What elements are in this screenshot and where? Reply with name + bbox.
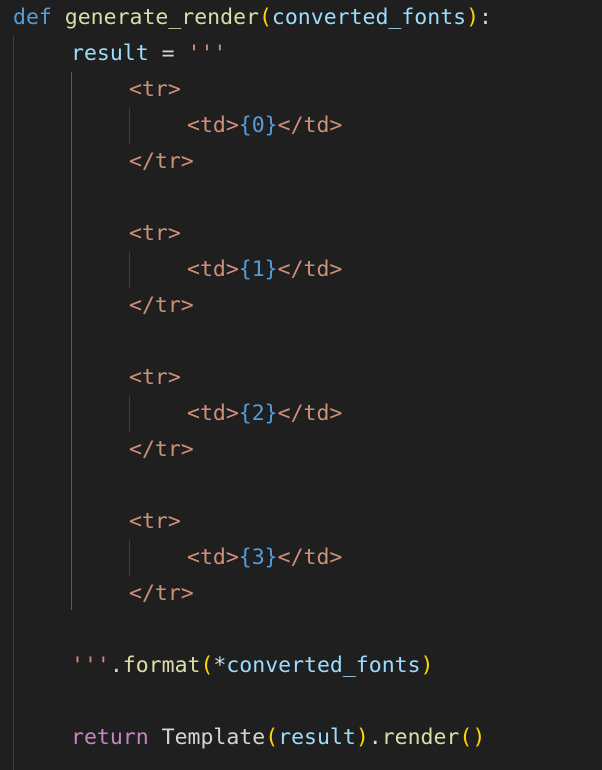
td-close-tag: </td> [277,113,343,138]
code-line-result-assign[interactable]: result = ''' [71,36,226,72]
function-name: generate_render [64,5,259,30]
code-line-tr-close[interactable]: </tr> [129,144,194,180]
tr-open-tag: <tr> [129,77,181,102]
template-class: Template [161,725,266,750]
indent-guide-level-1 [13,36,14,770]
indent-guide-level-2 [71,72,72,610]
td-open-tag: <td> [187,113,239,138]
template-open-paren: ( [265,725,279,750]
indent-guide-td-2 [129,396,130,432]
indent-guide-td-1 [129,252,130,288]
code-line-td[interactable]: <td>{2}</td> [187,396,342,432]
unpack-operator: * [213,653,227,678]
placeholder: {3} [238,545,278,570]
tr-close-tag: </tr> [129,293,194,318]
code-line-tr-open[interactable]: <tr> [129,72,181,108]
return-keyword: return [71,725,149,750]
code-line-return[interactable]: return Template(result).render() [71,720,485,756]
def-keyword: def [13,5,52,30]
template-argument: result [278,725,356,750]
close-paren: ) [466,5,480,30]
open-paren: ( [258,5,272,30]
result-variable: result [71,41,149,66]
td-close-tag: </td> [277,401,343,426]
code-line-tr-close[interactable]: </tr> [129,576,194,612]
placeholder: {0} [238,113,278,138]
format-argument: converted_fonts [226,653,421,678]
td-open-tag: <td> [187,257,239,282]
tr-open-tag: <tr> [129,509,181,534]
td-close-tag: </td> [277,257,343,282]
render-method: .render [368,725,460,750]
tr-open-tag: <tr> [129,365,181,390]
code-line-def[interactable]: def generate_render(converted_fonts): [13,0,492,36]
tr-close-tag: </tr> [129,437,194,462]
placeholder: {2} [238,401,278,426]
code-line-td[interactable]: <td>{0}</td> [187,108,342,144]
td-open-tag: <td> [187,545,239,570]
code-line-tr-open[interactable]: <tr> [129,360,181,396]
triple-quote-close: ''' [71,653,110,678]
indent-guide-td-3 [129,540,130,576]
render-parens: () [459,725,486,750]
code-line-td[interactable]: <td>{1}</td> [187,252,342,288]
parameter: converted_fonts [271,5,467,30]
td-close-tag: </td> [277,545,343,570]
format-open-paren: ( [200,653,214,678]
tr-close-tag: </tr> [129,149,194,174]
td-open-tag: <td> [187,401,239,426]
code-editor[interactable]: def generate_render(converted_fonts): re… [0,0,602,770]
format-close-paren: ) [420,653,434,678]
code-line-format[interactable]: '''.format(*converted_fonts) [71,648,433,684]
code-line-tr-open[interactable]: <tr> [129,216,181,252]
code-line-tr-open[interactable]: <tr> [129,504,181,540]
tr-open-tag: <tr> [129,221,181,246]
template-close-paren: ) [355,725,369,750]
tr-close-tag: </tr> [129,581,194,606]
format-method: .format [109,653,201,678]
code-line-tr-close[interactable]: </tr> [129,432,194,468]
indent-guide-td-0 [129,108,130,144]
assign-operator: = [148,41,188,66]
placeholder: {1} [238,257,278,282]
triple-quote-open: ''' [187,41,227,66]
colon: : [479,5,492,30]
code-line-tr-close[interactable]: </tr> [129,288,194,324]
code-line-td[interactable]: <td>{3}</td> [187,540,342,576]
